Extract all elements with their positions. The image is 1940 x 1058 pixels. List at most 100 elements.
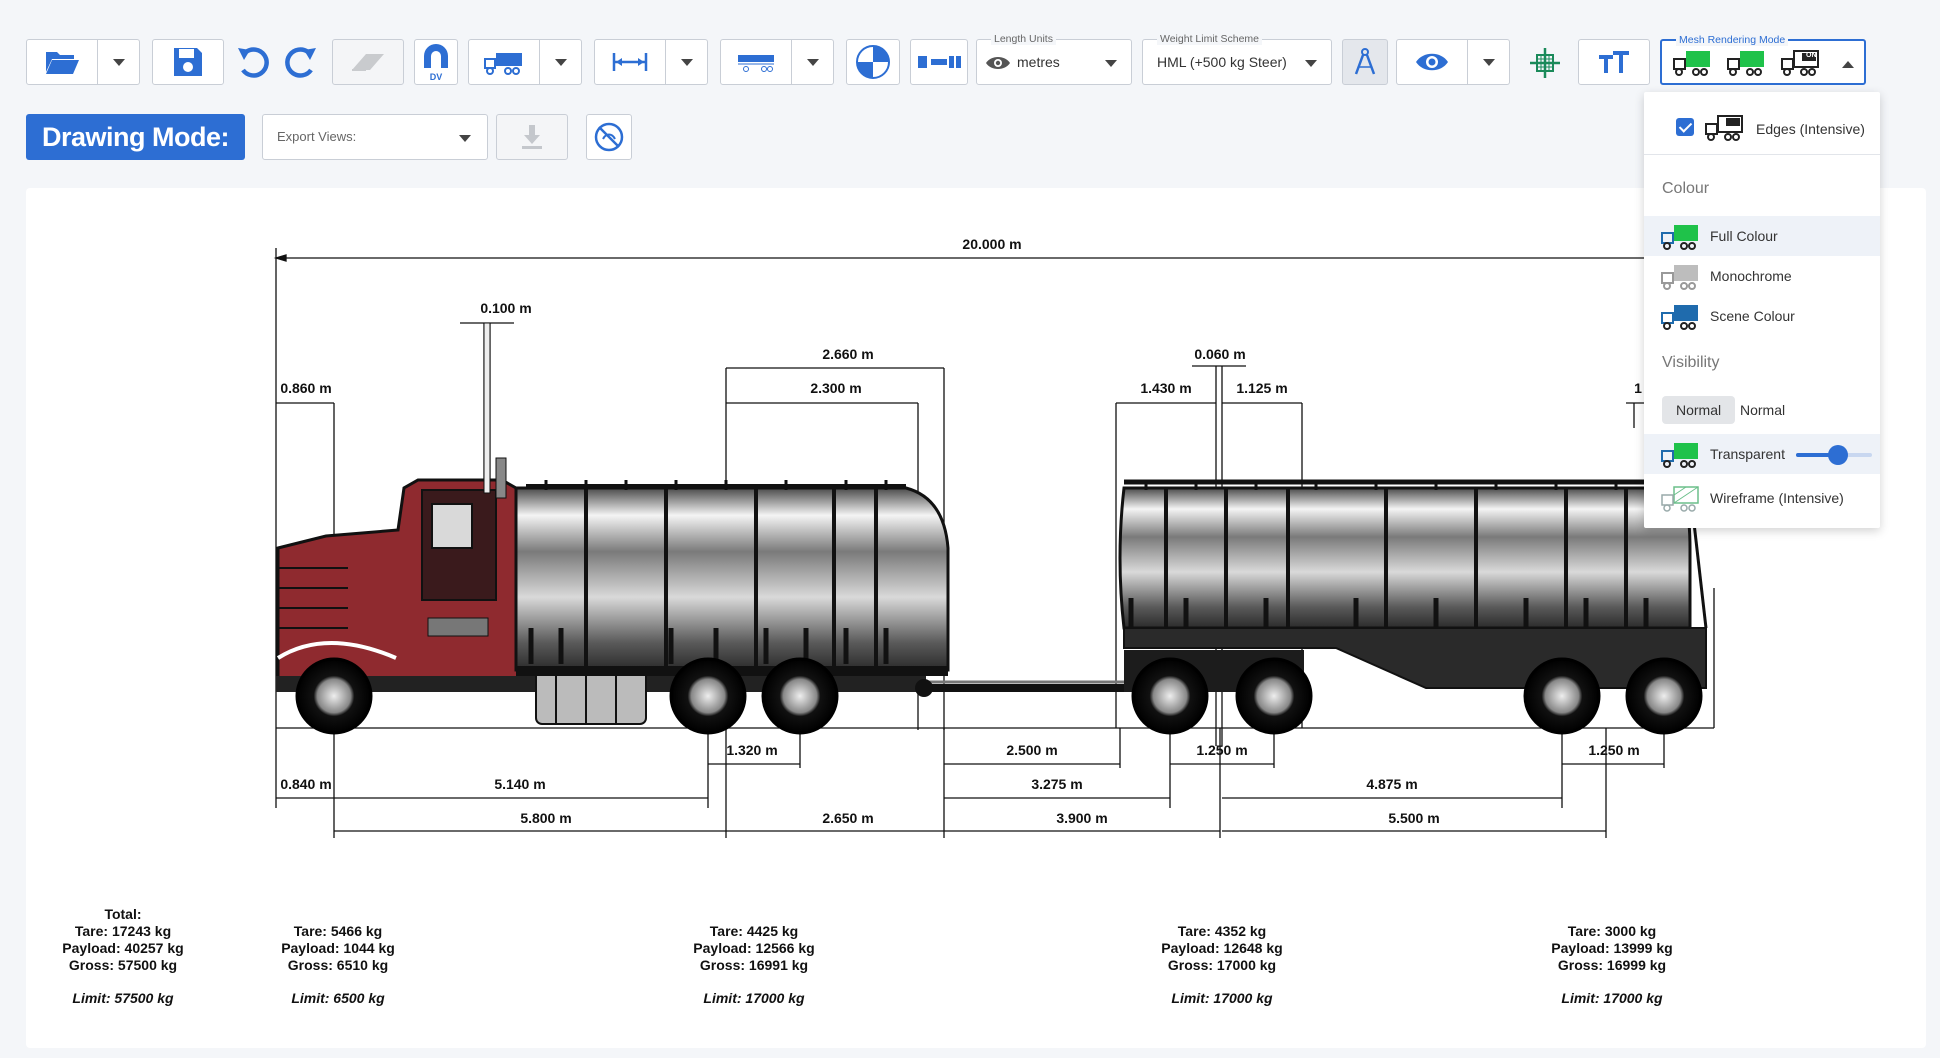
weights-rear: Tare: 3000 kg Payload: 13999 kg Gross: 1… bbox=[1551, 923, 1672, 1007]
steer-limit: Limit: 6500 kg bbox=[291, 990, 385, 1006]
truck-transparent-icon bbox=[1727, 51, 1764, 76]
eraser-button[interactable] bbox=[332, 39, 404, 85]
transparency-slider[interactable] bbox=[1796, 445, 1872, 465]
full-colour-label: Full Colour bbox=[1710, 228, 1778, 244]
menu-item-full-colour[interactable]: Full Colour bbox=[1644, 216, 1880, 256]
total-payload: Payload: 40257 kg bbox=[62, 940, 184, 956]
crosshair-button[interactable] bbox=[1528, 46, 1562, 80]
compass-button[interactable] bbox=[1342, 39, 1388, 85]
visibility-dropdown[interactable] bbox=[1468, 39, 1510, 85]
menu-item-monochrome[interactable]: Monochrome bbox=[1644, 256, 1880, 296]
max-payload-button[interactable]: MAX bbox=[468, 39, 540, 85]
total-limit: Limit: 57500 kg bbox=[72, 990, 174, 1006]
rear-payload: Payload: 13999 kg bbox=[1551, 940, 1673, 956]
measure-dropdown[interactable] bbox=[666, 39, 708, 85]
menu-item-edges[interactable]: Edges (Intensive) bbox=[1644, 106, 1880, 152]
save-button[interactable] bbox=[152, 39, 224, 85]
wireframe-label: Wireframe (Intensive) bbox=[1710, 490, 1844, 506]
steer-gross: Gross: 6510 kg bbox=[287, 957, 389, 973]
chevron-down-icon bbox=[459, 135, 471, 142]
text-size-button[interactable] bbox=[1578, 39, 1650, 85]
drawing-canvas[interactable]: 20.000 m 0.100 m 0.860 m 2.660 m 2.300 m… bbox=[26, 188, 1926, 1048]
dim-tank-a: 2.660 m bbox=[822, 346, 874, 362]
max-payload-dropdown[interactable] bbox=[540, 39, 582, 85]
drive-payload: Payload: 12566 kg bbox=[693, 940, 815, 956]
undo-button[interactable] bbox=[234, 42, 274, 82]
dolly-tare: Tare: 4352 kg bbox=[1177, 923, 1267, 939]
chevron-down-icon bbox=[806, 58, 819, 66]
trailer-body-icon bbox=[738, 55, 774, 72]
drive-tare: Tare: 4425 kg bbox=[709, 923, 799, 939]
truck-edges-icon bbox=[1705, 115, 1743, 141]
dv-button[interactable]: DV bbox=[414, 39, 458, 85]
drawing-mode-button[interactable]: Drawing Mode: bbox=[26, 114, 245, 160]
open-dropdown[interactable] bbox=[98, 39, 140, 85]
open-button[interactable] bbox=[26, 39, 98, 85]
weight-limit-select[interactable]: Weight Limit Scheme HML (+500 kg Steer) bbox=[1142, 33, 1332, 85]
dim-drawbar-b: 3.275 m bbox=[1031, 776, 1083, 792]
visibility-button[interactable] bbox=[1396, 39, 1468, 85]
eraser-icon bbox=[352, 54, 384, 71]
undo-icon bbox=[238, 47, 269, 78]
drawbar bbox=[915, 679, 1126, 697]
hide-icon bbox=[594, 122, 624, 152]
menu-item-scene-colour[interactable]: Scene Colour bbox=[1644, 296, 1880, 336]
export-views-select[interactable]: Export Views: bbox=[262, 114, 488, 160]
chevron-down-icon bbox=[112, 58, 125, 66]
mesh-rendering-select[interactable]: Mesh Rendering Mode ON bbox=[1660, 34, 1866, 85]
chevron-down-icon bbox=[1482, 58, 1495, 66]
edges-checkbox[interactable] bbox=[1676, 118, 1694, 136]
length-units-value: metres bbox=[1017, 54, 1060, 70]
dim-rear-overhang: 2.650 m bbox=[822, 810, 874, 826]
transparency-slider-thumb[interactable] bbox=[1827, 445, 1848, 465]
dim-edge-right-a: 1 bbox=[1634, 380, 1642, 396]
eye-icon bbox=[986, 57, 1010, 69]
weight-limit-legend: Weight Limit Scheme bbox=[1157, 33, 1263, 45]
compass-icon bbox=[1354, 48, 1376, 75]
visibility-heading: Visibility bbox=[1662, 354, 1720, 371]
menu-item-transparent[interactable]: Transparent bbox=[1644, 434, 1880, 474]
rear-tare: Tare: 3000 kg bbox=[1567, 923, 1657, 939]
edges-label: Edges (Intensive) bbox=[1756, 121, 1865, 137]
body-view-dropdown[interactable] bbox=[792, 39, 834, 85]
folder-open-icon bbox=[46, 52, 79, 74]
dolly-limit: Limit: 17000 kg bbox=[1171, 990, 1273, 1006]
dim-steer-drive: 5.140 m bbox=[494, 776, 546, 792]
dolly-gross: Gross: 17000 kg bbox=[1167, 957, 1277, 973]
export-views-label: Export Views: bbox=[277, 129, 357, 144]
dim-tank-b: 2.300 m bbox=[810, 380, 862, 396]
measure-button[interactable] bbox=[594, 39, 666, 85]
menu-item-wireframe[interactable]: Wireframe (Intensive) bbox=[1644, 478, 1880, 518]
truck-full-colour-icon bbox=[1661, 225, 1698, 250]
hide-button[interactable] bbox=[586, 114, 632, 160]
weights-total: Total: Tare: 17243 kg Payload: 40257 kg … bbox=[62, 906, 183, 1007]
axle-config-button[interactable] bbox=[910, 39, 968, 85]
cog-button[interactable] bbox=[846, 39, 900, 85]
redo-icon bbox=[285, 47, 316, 78]
weights-dolly: Tare: 4352 kg Payload: 12648 kg Gross: 1… bbox=[1161, 923, 1282, 1007]
dolly-payload: Payload: 12648 kg bbox=[1161, 940, 1283, 956]
redo-button[interactable] bbox=[280, 42, 320, 82]
total-tare: Tare: 17243 kg bbox=[74, 923, 172, 939]
menu-item-normal[interactable]: Normal Normal bbox=[1644, 390, 1880, 430]
chevron-down-icon bbox=[1105, 60, 1117, 67]
normal-label: Normal bbox=[1740, 402, 1786, 418]
colour-heading: Colour bbox=[1662, 180, 1710, 197]
transparent-label: Transparent bbox=[1710, 446, 1785, 462]
max-label: MAX bbox=[509, 48, 525, 55]
truck-wireframe-icon bbox=[1661, 486, 1699, 512]
dim-drawbar-a: 2.500 m bbox=[1006, 742, 1058, 758]
download-button[interactable] bbox=[496, 114, 568, 160]
truck-monochrome-icon bbox=[1661, 265, 1698, 290]
axle-icon bbox=[918, 56, 961, 68]
text-size-icon bbox=[1599, 51, 1629, 73]
steer-payload: Payload: 1044 kg bbox=[281, 940, 395, 956]
download-icon bbox=[522, 125, 542, 149]
length-units-select[interactable]: Length Units metres bbox=[976, 33, 1132, 85]
body-view-button[interactable] bbox=[720, 39, 792, 85]
truck-full-colour-icon bbox=[1673, 51, 1710, 76]
mesh-rendering-legend: Mesh Rendering Mode bbox=[1676, 34, 1789, 46]
drive-gross: Gross: 16991 kg bbox=[699, 957, 809, 973]
chevron-down-icon bbox=[680, 58, 693, 66]
eye-icon bbox=[1416, 53, 1448, 71]
